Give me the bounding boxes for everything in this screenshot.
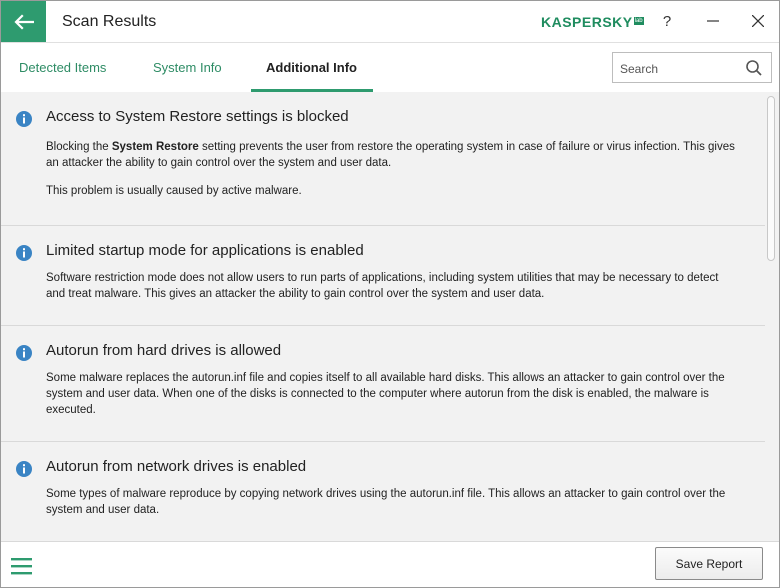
list-item: Autorun from network drives is enabled S… — [1, 442, 765, 541]
save-report-button[interactable]: Save Report — [655, 547, 763, 580]
additional-info-list: Access to System Restore settings is blo… — [1, 92, 779, 541]
item-note: This problem is usually caused by active… — [46, 185, 302, 197]
list-item: Limited startup mode for applications is… — [1, 226, 765, 326]
search-icon[interactable] — [745, 59, 763, 77]
item-title: Access to System Restore settings is blo… — [46, 108, 349, 125]
minimize-button[interactable] — [701, 9, 725, 33]
info-icon — [16, 345, 32, 361]
tab-detected-items[interactable]: Detected Items — [19, 60, 106, 75]
app-window: Scan Results KASPERSKY lab ? Detected Ite… — [0, 0, 780, 588]
item-description: Blocking the System Restore setting prev… — [46, 139, 736, 171]
tab-system-info[interactable]: System Info — [153, 60, 222, 75]
window-title: Scan Results — [62, 13, 157, 30]
back-button[interactable] — [1, 1, 46, 42]
item-title: Limited startup mode for applications is… — [46, 242, 364, 259]
close-button[interactable] — [746, 9, 770, 33]
search-box — [612, 52, 772, 83]
logo-text: KASPERSKY — [541, 14, 633, 30]
close-icon — [752, 15, 764, 27]
item-title: Autorun from network drives is enabled — [46, 458, 307, 475]
list-item: Access to System Restore settings is blo… — [1, 92, 765, 226]
info-icon — [16, 461, 32, 477]
list-item: Autorun from hard drives is allowed Some… — [1, 326, 765, 442]
footer-bar: Save Report — [1, 541, 779, 587]
item-description: Some malware replaces the autorun.inf fi… — [46, 372, 725, 416]
item-description: Some types of malware reproduce by copyi… — [46, 488, 726, 516]
item-description: Software restriction mode does not allow… — [46, 272, 719, 300]
help-button[interactable]: ? — [655, 9, 679, 33]
arrow-left-icon — [13, 13, 34, 30]
system-restore-term: System Restore — [111, 141, 199, 153]
kaspersky-logo: KASPERSKY lab — [541, 14, 644, 30]
desc-text-start: Blocking the — [46, 141, 112, 153]
search-input[interactable] — [618, 59, 742, 79]
tab-additional-info[interactable]: Additional Info — [266, 60, 357, 75]
title-bar: Scan Results KASPERSKY lab ? — [1, 1, 779, 42]
info-icon — [16, 111, 32, 127]
info-icon — [16, 245, 32, 261]
scrollbar-thumb[interactable] — [767, 96, 775, 261]
item-title: Autorun from hard drives is allowed — [46, 342, 282, 359]
logo-badge: lab — [633, 17, 644, 25]
minimize-icon — [707, 20, 719, 22]
hamburger-menu-icon[interactable] — [11, 556, 33, 576]
help-icon: ? — [662, 12, 672, 30]
tab-bar: Detected Items System Info Additional In… — [1, 42, 779, 93]
